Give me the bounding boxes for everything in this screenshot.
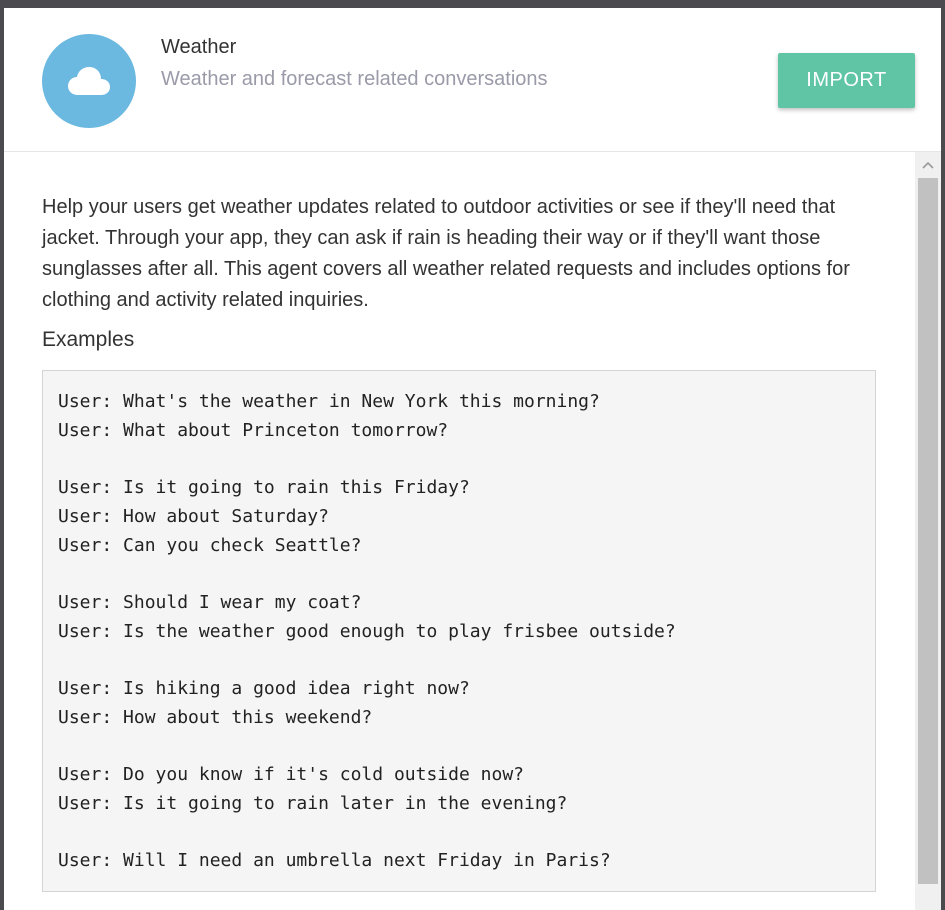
- example-line: User: How about Saturday?: [58, 506, 329, 527]
- agent-dialog: Weather Weather and forecast related con…: [4, 8, 941, 910]
- agent-title: Weather: [161, 36, 237, 58]
- example-line: User: Will I need an umbrella next Frida…: [58, 850, 611, 871]
- example-group: User: Will I need an umbrella next Frida…: [58, 846, 875, 875]
- agent-subtitle: Weather and forecast related conversatio…: [161, 68, 548, 90]
- example-group: User: Do you know if it's cold outside n…: [58, 760, 875, 818]
- example-line: User: Is it going to rain this Friday?: [58, 477, 470, 498]
- example-line: User: How about this weekend?: [58, 707, 373, 728]
- dialog-content: Help your users get weather updates rela…: [4, 152, 914, 910]
- example-line: User: What about Princeton tomorrow?: [58, 420, 449, 441]
- example-line: User: Is the weather good enough to play…: [58, 621, 676, 642]
- window-frame: Weather Weather and forecast related con…: [0, 0, 945, 910]
- chevron-up-icon: [922, 161, 934, 169]
- import-button[interactable]: IMPORT: [778, 53, 915, 108]
- examples-box: User: What's the weather in New York thi…: [42, 370, 876, 892]
- example-line: User: Do you know if it's cold outside n…: [58, 764, 524, 785]
- example-group: User: What's the weather in New York thi…: [58, 387, 875, 445]
- vertical-scrollbar[interactable]: [915, 152, 941, 910]
- agent-description: Help your users get weather updates rela…: [42, 196, 850, 311]
- example-group: User: Is it going to rain this Friday? U…: [58, 473, 875, 560]
- agent-avatar: [42, 34, 136, 128]
- example-line: User: Is hiking a good idea right now?: [58, 678, 470, 699]
- scroll-up-button[interactable]: [915, 152, 941, 178]
- scrollbar-thumb[interactable]: [918, 178, 938, 884]
- cloud-icon: [68, 67, 110, 95]
- example-line: User: What's the weather in New York thi…: [58, 391, 600, 412]
- example-line: User: Should I wear my coat?: [58, 592, 362, 613]
- dialog-header: Weather Weather and forecast related con…: [4, 8, 941, 152]
- example-line: User: Can you check Seattle?: [58, 535, 362, 556]
- example-group: User: Is hiking a good idea right now? U…: [58, 674, 875, 732]
- example-line: User: Is it going to rain later in the e…: [58, 793, 568, 814]
- examples-heading: Examples: [42, 328, 135, 351]
- example-group: User: Should I wear my coat? User: Is th…: [58, 588, 875, 646]
